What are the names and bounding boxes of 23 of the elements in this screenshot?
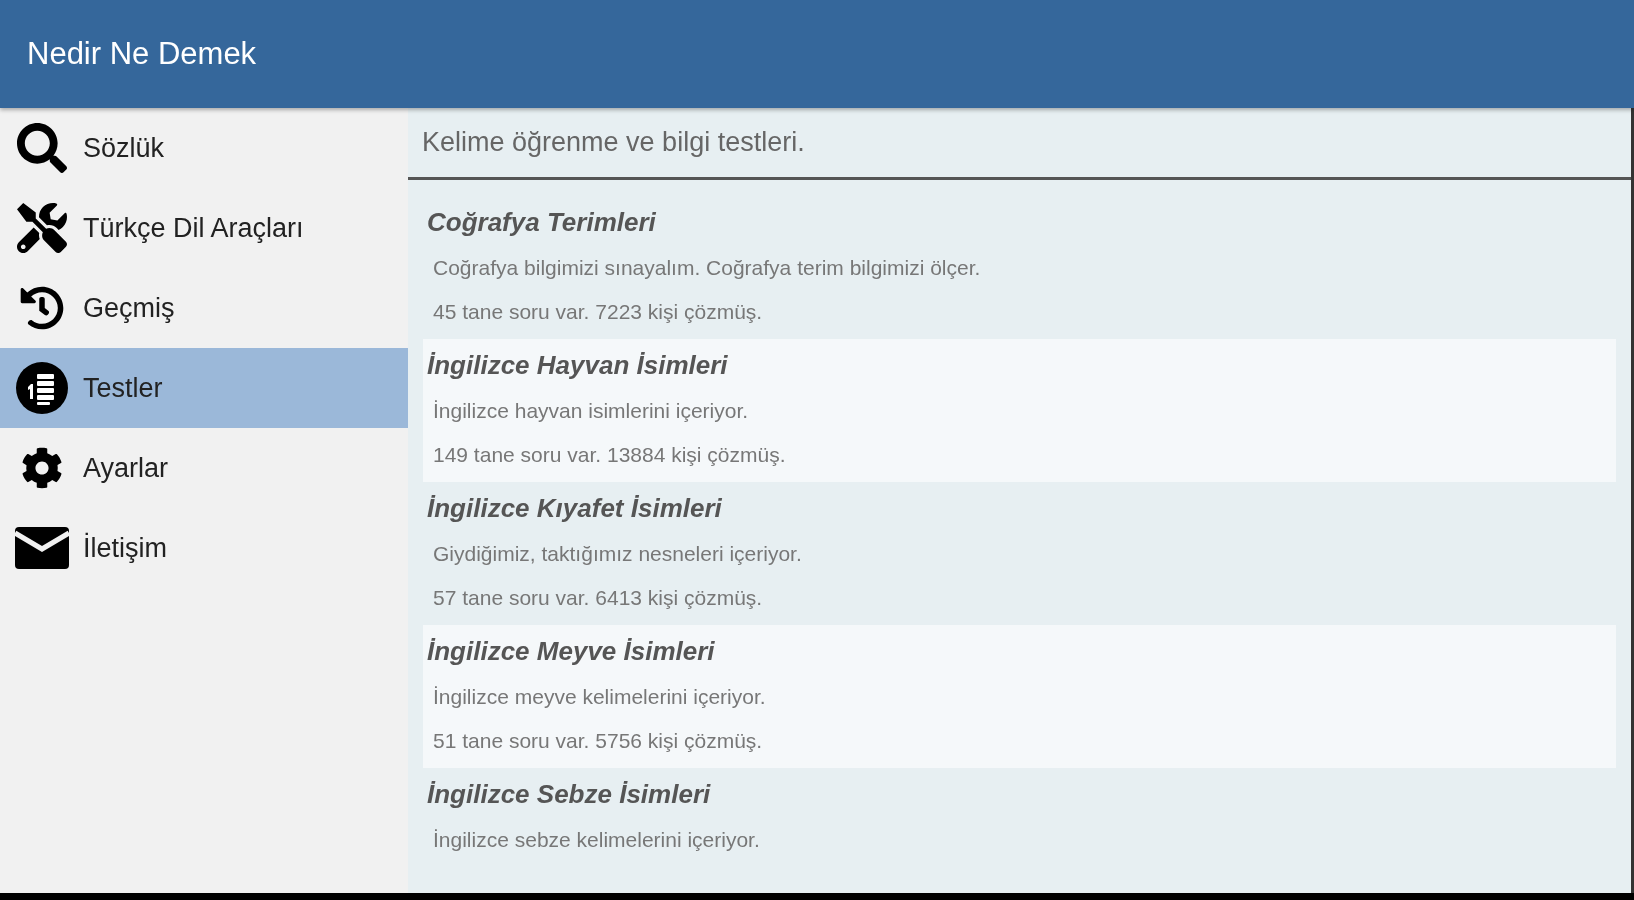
test-title[interactable]: İngilizce Sebze İsimleri: [427, 776, 711, 812]
app-title: Nedir Ne Demek: [27, 35, 257, 73]
test-description: İngilizce sebze kelimelerini içeriyor.: [433, 827, 760, 853]
search-icon: [17, 123, 67, 173]
history-icon: [20, 286, 64, 330]
test-description: Coğrafya bilgimizi sınayalım. Coğrafya terim bilgimizi ölçer.: [433, 255, 981, 281]
wrench-screwdriver-icon: [17, 203, 67, 253]
test-stats: 149 tane soru var. 13884 kişi çözmüş.: [433, 442, 786, 468]
envelope-icon: [15, 527, 69, 569]
page-description: Kelime öğrenme ve bilgi testleri.: [422, 126, 805, 160]
test-title[interactable]: İngilizce Meyve İsimleri: [427, 633, 715, 669]
numbered-list-icon: [16, 362, 68, 414]
test-description: İngilizce meyve kelimelerini içeriyor.: [433, 684, 766, 710]
test-title[interactable]: İngilizce Kıyafet İsimleri: [427, 490, 722, 526]
settings-icon: [21, 447, 63, 489]
test-title[interactable]: Coğrafya Terimleri: [427, 204, 656, 240]
test-description: Giydiğimiz, taktığımız nesneleri içeriyor.: [433, 541, 802, 567]
test-description: İngilizce hayvan isimlerini içeriyor.: [433, 398, 749, 424]
test-stats: 57 tane soru var. 6413 kişi çözmüş.: [433, 585, 763, 611]
test-stats: 51 tane soru var. 5756 kişi çözmüş.: [433, 728, 763, 754]
test-stats: 45 tane soru var. 7223 kişi çözmüş.: [433, 299, 763, 325]
test-title[interactable]: İngilizce Hayvan İsimleri: [427, 347, 728, 383]
sidebar-item[interactable]: Testler: [0, 348, 408, 428]
